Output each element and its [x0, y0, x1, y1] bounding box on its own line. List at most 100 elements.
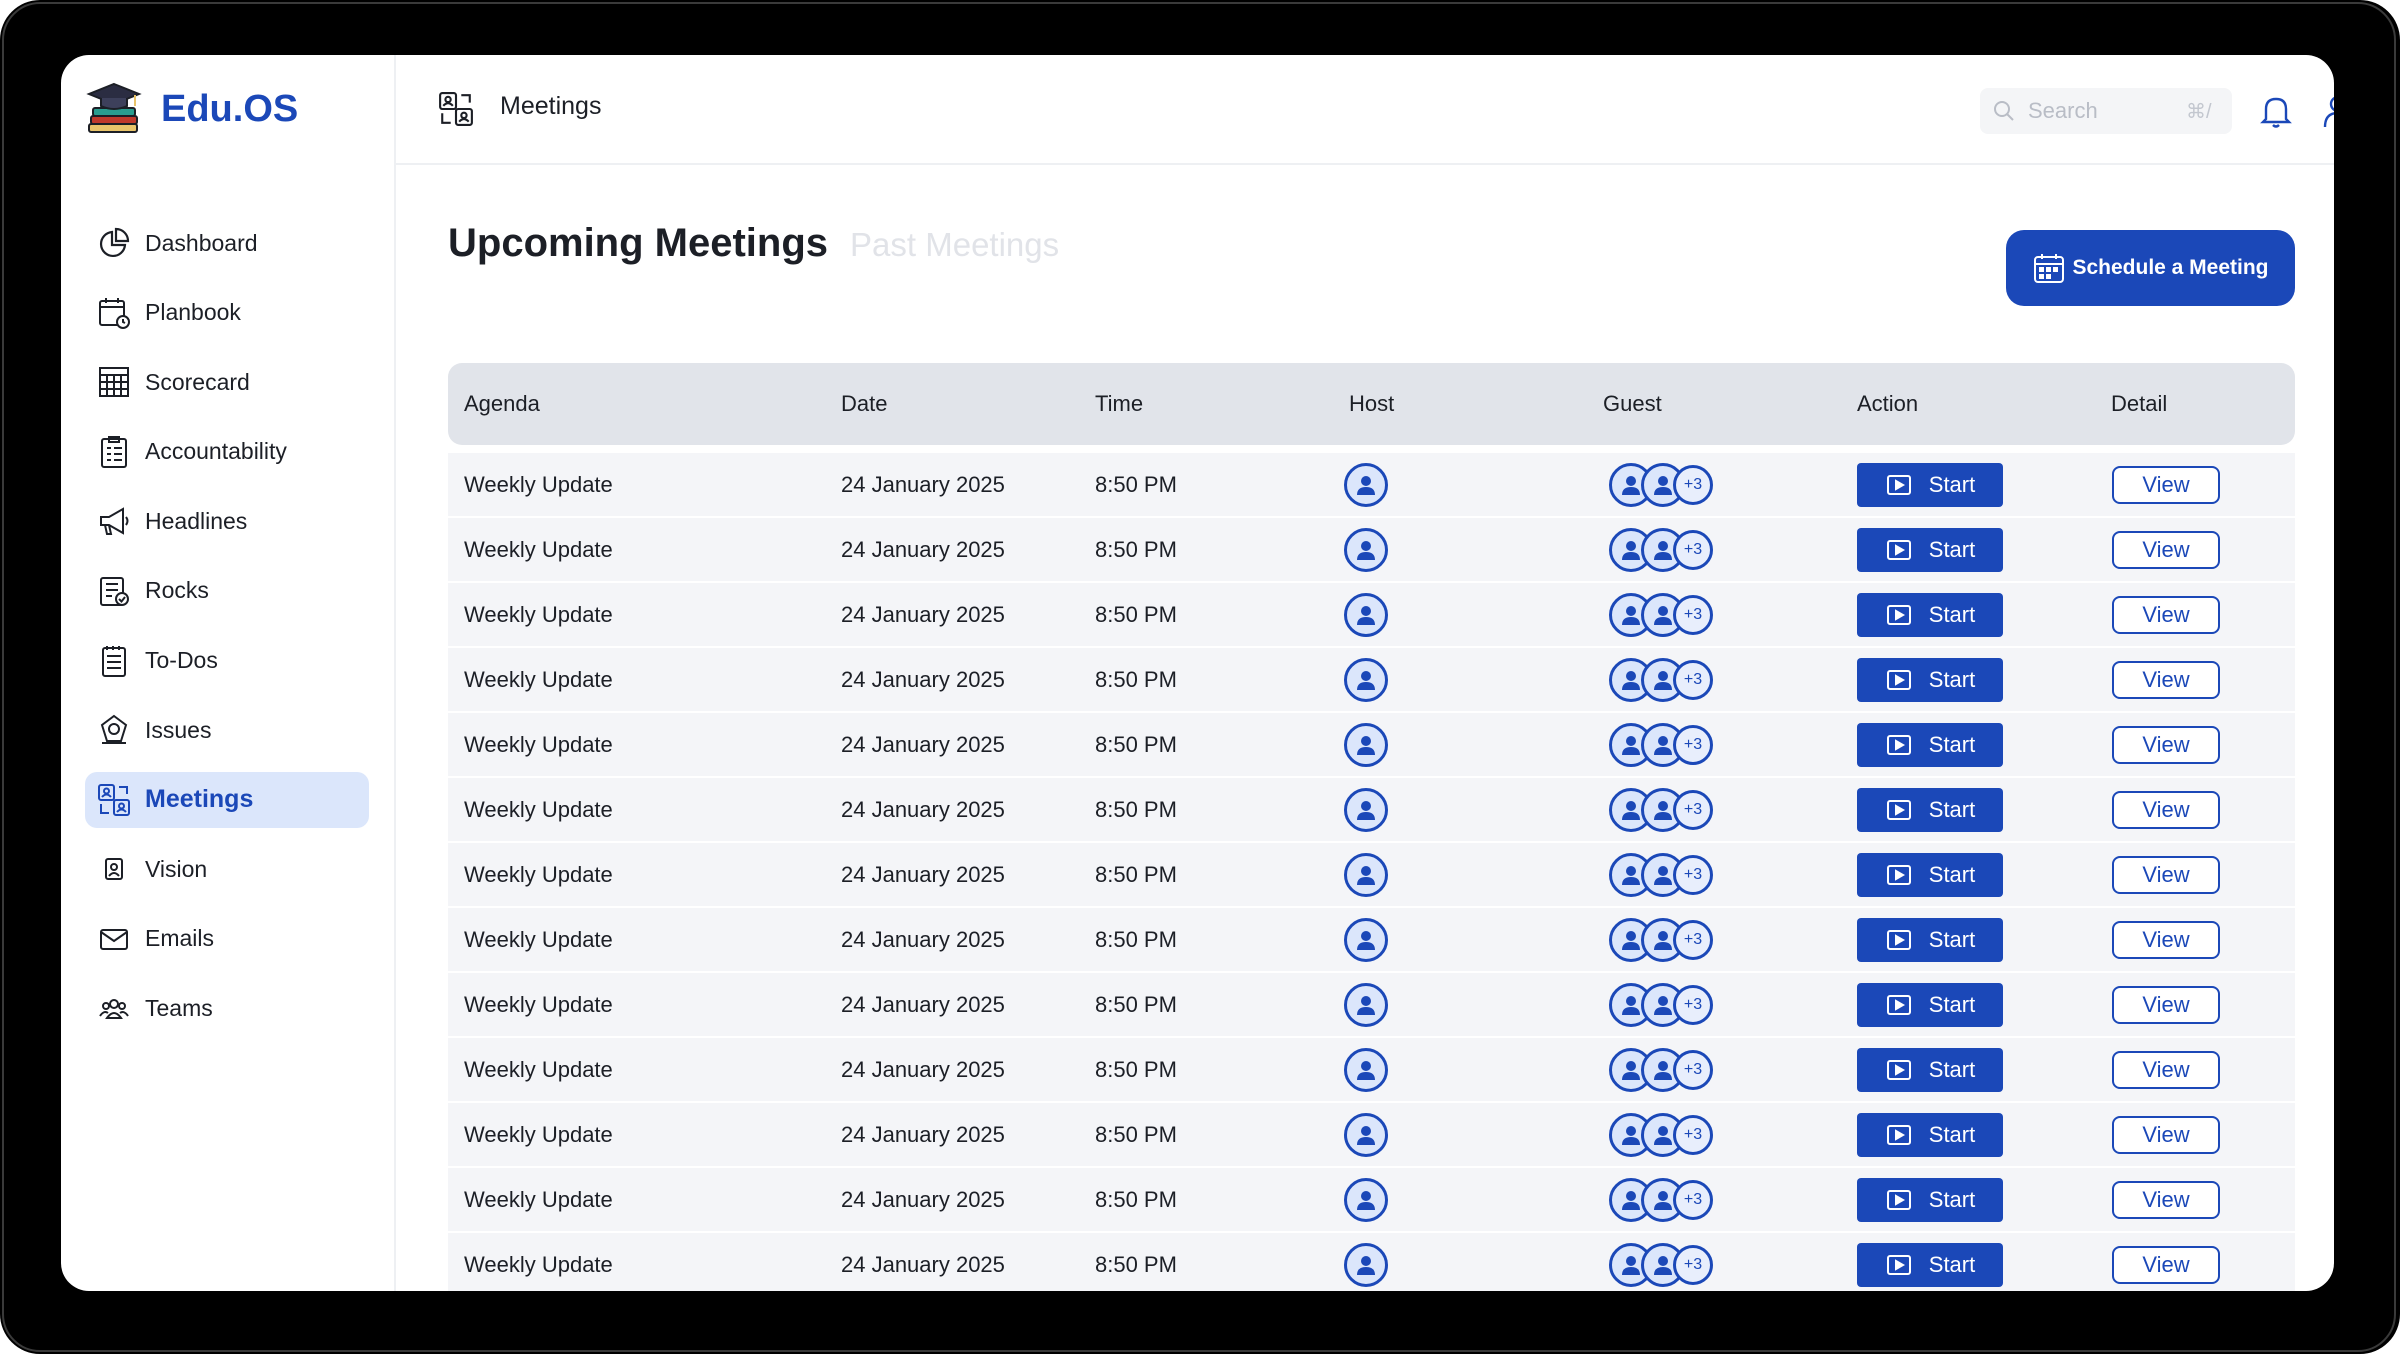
view-button[interactable]: View: [2112, 1180, 2220, 1219]
view-button[interactable]: View: [2112, 1050, 2220, 1089]
view-button[interactable]: View: [2112, 530, 2220, 569]
table-row: Weekly Update 24 January 2025 8:50 PM +3: [448, 1168, 2295, 1233]
search-input[interactable]: [2026, 97, 2180, 125]
start-label: Start: [1928, 601, 1976, 627]
start-meeting-button[interactable]: Start: [1857, 1047, 2003, 1092]
guest-more-count: +3: [1673, 984, 1713, 1025]
view-button[interactable]: View: [2112, 790, 2220, 829]
action-cell: Start: [1857, 1103, 2003, 1166]
start-meeting-button[interactable]: Start: [1857, 462, 2003, 507]
action-cell: Start: [1857, 843, 2003, 906]
sidebar-item-todos[interactable]: To-Dos: [85, 633, 369, 689]
search-icon: [1994, 101, 2014, 121]
tab-upcoming-meetings[interactable]: Upcoming Meetings: [448, 221, 828, 266]
start-label: Start: [1928, 536, 1976, 562]
start-meeting-button[interactable]: Start: [1857, 852, 2003, 897]
sidebar-item-scorecard[interactable]: Scorecard: [85, 354, 369, 410]
start-meeting-button[interactable]: Start: [1857, 657, 2003, 702]
action-cell: Start: [1857, 1038, 2003, 1101]
guest-avatars[interactable]: +3: [1609, 592, 1713, 637]
guest-cell: +3: [1603, 778, 1713, 841]
host-avatar[interactable]: [1344, 1177, 1388, 1222]
sidebar-item-label: Teams: [145, 995, 213, 1022]
start-label: Start: [1928, 796, 1976, 822]
action-cell: Start: [1857, 713, 2003, 776]
view-button[interactable]: View: [2112, 1115, 2220, 1154]
view-button[interactable]: View: [2112, 985, 2220, 1024]
guest-avatars[interactable]: +3: [1609, 722, 1713, 767]
brand[interactable]: Edu.OS: [85, 79, 298, 139]
agenda-cell: Weekly Update: [464, 1056, 613, 1082]
host-avatar[interactable]: [1344, 657, 1388, 702]
view-button[interactable]: View: [2112, 465, 2220, 504]
guest-avatars[interactable]: +3: [1609, 462, 1713, 507]
host-avatar[interactable]: [1344, 852, 1388, 897]
search-box[interactable]: ⌘/: [1980, 88, 2232, 134]
host-cell: [1344, 1038, 1388, 1101]
start-meeting-button[interactable]: Start: [1857, 722, 2003, 767]
start-meeting-button[interactable]: Start: [1857, 1242, 2003, 1287]
start-meeting-button[interactable]: Start: [1857, 527, 2003, 572]
guest-avatars[interactable]: +3: [1609, 917, 1713, 962]
date-cell: 24 January 2025: [841, 991, 1005, 1017]
view-button[interactable]: View: [2112, 855, 2220, 894]
view-button[interactable]: View: [2112, 595, 2220, 634]
guest-avatars[interactable]: +3: [1609, 657, 1713, 702]
host-avatar[interactable]: [1344, 917, 1388, 962]
sidebar-item-headlines[interactable]: Headlines: [85, 493, 369, 549]
sidebar-item-planbook[interactable]: Planbook: [85, 285, 369, 341]
sidebar-item-rocks[interactable]: Rocks: [85, 563, 369, 619]
sidebar-item-dashboard[interactable]: Dashboard: [85, 215, 369, 271]
play-icon: [1886, 1254, 1911, 1275]
guest-avatars[interactable]: +3: [1609, 787, 1713, 832]
play-icon: [1886, 929, 1911, 950]
view-button[interactable]: View: [2112, 920, 2220, 959]
guest-avatars[interactable]: +3: [1609, 982, 1713, 1027]
guest-avatars[interactable]: +3: [1609, 852, 1713, 897]
sidebar-item-issues[interactable]: Issues: [85, 702, 369, 758]
view-button[interactable]: View: [2112, 1245, 2220, 1284]
start-meeting-button[interactable]: Start: [1857, 1112, 2003, 1157]
sidebar-item-label: Accountability: [145, 438, 287, 465]
host-avatar[interactable]: [1344, 592, 1388, 637]
sidebar-item-emails[interactable]: Emails: [85, 911, 369, 967]
view-button[interactable]: View: [2112, 660, 2220, 699]
view-button[interactable]: View: [2112, 725, 2220, 764]
host-avatar[interactable]: [1344, 1242, 1388, 1287]
guest-avatars[interactable]: +3: [1609, 1242, 1713, 1287]
table-row: Weekly Update 24 January 2025 8:50 PM +3: [448, 1038, 2295, 1103]
sidebar-item-accountability[interactable]: Accountability: [85, 424, 369, 480]
start-meeting-button[interactable]: Start: [1857, 787, 2003, 832]
guest-avatars[interactable]: +3: [1609, 1177, 1713, 1222]
user-icon[interactable]: [2318, 91, 2334, 131]
host-avatar[interactable]: [1344, 722, 1388, 767]
user-avatar-icon: [1357, 475, 1375, 495]
sidebar-item-meetings[interactable]: Meetings: [85, 771, 369, 828]
action-cell: Start: [1857, 648, 2003, 711]
guest-avatars[interactable]: +3: [1609, 527, 1713, 572]
guest-more-count: +3: [1673, 1049, 1713, 1090]
column-header-host: Host: [1349, 391, 1395, 416]
sidebar-item-vision[interactable]: Vision: [85, 841, 369, 897]
sidebar-item-teams[interactable]: Teams: [85, 981, 369, 1037]
guest-avatars[interactable]: +3: [1609, 1047, 1713, 1092]
start-meeting-button[interactable]: Start: [1857, 917, 2003, 962]
host-avatar[interactable]: [1344, 1047, 1388, 1092]
guest-cell: +3: [1603, 908, 1713, 971]
start-label: Start: [1928, 1186, 1976, 1212]
host-avatar[interactable]: [1344, 787, 1388, 832]
date-cell: 24 January 2025: [841, 1121, 1005, 1147]
start-meeting-button[interactable]: Start: [1857, 982, 2003, 1027]
bell-icon[interactable]: [2256, 91, 2296, 131]
host-avatar[interactable]: [1344, 462, 1388, 507]
guest-avatars[interactable]: +3: [1609, 1112, 1713, 1157]
tab-past-meetings[interactable]: Past Meetings: [850, 226, 1059, 264]
host-avatar[interactable]: [1344, 527, 1388, 572]
start-meeting-button[interactable]: Start: [1857, 592, 2003, 637]
host-avatar[interactable]: [1344, 982, 1388, 1027]
host-avatar[interactable]: [1344, 1112, 1388, 1157]
column-header-agenda: Agenda: [464, 391, 540, 416]
todo-list-icon: [102, 645, 126, 677]
start-meeting-button[interactable]: Start: [1857, 1177, 2003, 1222]
schedule-meeting-button[interactable]: Schedule a Meeting: [2006, 230, 2295, 306]
